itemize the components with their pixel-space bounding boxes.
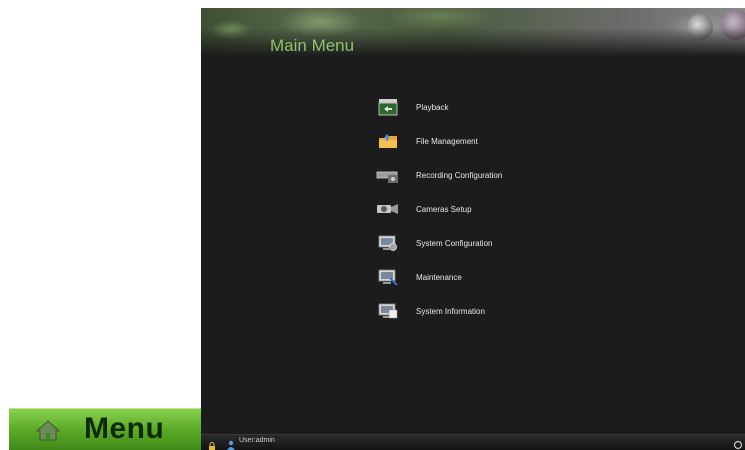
menu-item-cameras-setup[interactable]: Cameras Setup bbox=[376, 198, 596, 220]
menu-item-label: System Configuration bbox=[416, 238, 493, 248]
menu-item-maintenance[interactable]: Maintenance bbox=[376, 266, 596, 288]
page-title: Main Menu bbox=[270, 36, 355, 55]
menu-item-label: System Information bbox=[416, 306, 485, 316]
user-label: User:admin bbox=[239, 437, 275, 444]
folder-icon bbox=[376, 130, 400, 152]
dvr-screen: Main Menu Playback File Management Recor… bbox=[201, 8, 745, 450]
menu-item-label: Recording Configuration bbox=[416, 170, 503, 180]
home-icon bbox=[35, 419, 61, 441]
menu-item-label: Playback bbox=[416, 102, 449, 112]
menu-item-system-configuration[interactable]: System Configuration bbox=[376, 232, 596, 254]
user-icon bbox=[226, 437, 236, 450]
menu-item-system-information[interactable]: System Information bbox=[376, 300, 596, 322]
status-bar: User:admin bbox=[201, 434, 745, 450]
menu-badge-label: Menu bbox=[84, 412, 165, 445]
menu-badge[interactable]: Menu bbox=[9, 408, 201, 450]
menu-item-playback[interactable]: Playback bbox=[376, 96, 596, 118]
menu-item-label: Cameras Setup bbox=[416, 204, 472, 214]
decor-orb bbox=[687, 14, 713, 40]
monitor-settings-icon bbox=[376, 232, 400, 254]
recorder-icon bbox=[376, 164, 400, 186]
menu-item-file-management[interactable]: File Management bbox=[376, 130, 596, 152]
refresh-icon[interactable] bbox=[733, 437, 743, 450]
menu-item-label: Maintenance bbox=[416, 272, 462, 282]
menu-item-recording-configuration[interactable]: Recording Configuration bbox=[376, 164, 596, 186]
camera-icon bbox=[376, 198, 400, 220]
playback-icon bbox=[376, 96, 400, 118]
monitor-info-icon bbox=[376, 300, 400, 322]
lock-icon[interactable] bbox=[208, 438, 216, 450]
menu-item-label: File Management bbox=[416, 136, 478, 146]
monitor-tools-icon bbox=[376, 266, 400, 288]
decor-orb bbox=[721, 10, 745, 40]
